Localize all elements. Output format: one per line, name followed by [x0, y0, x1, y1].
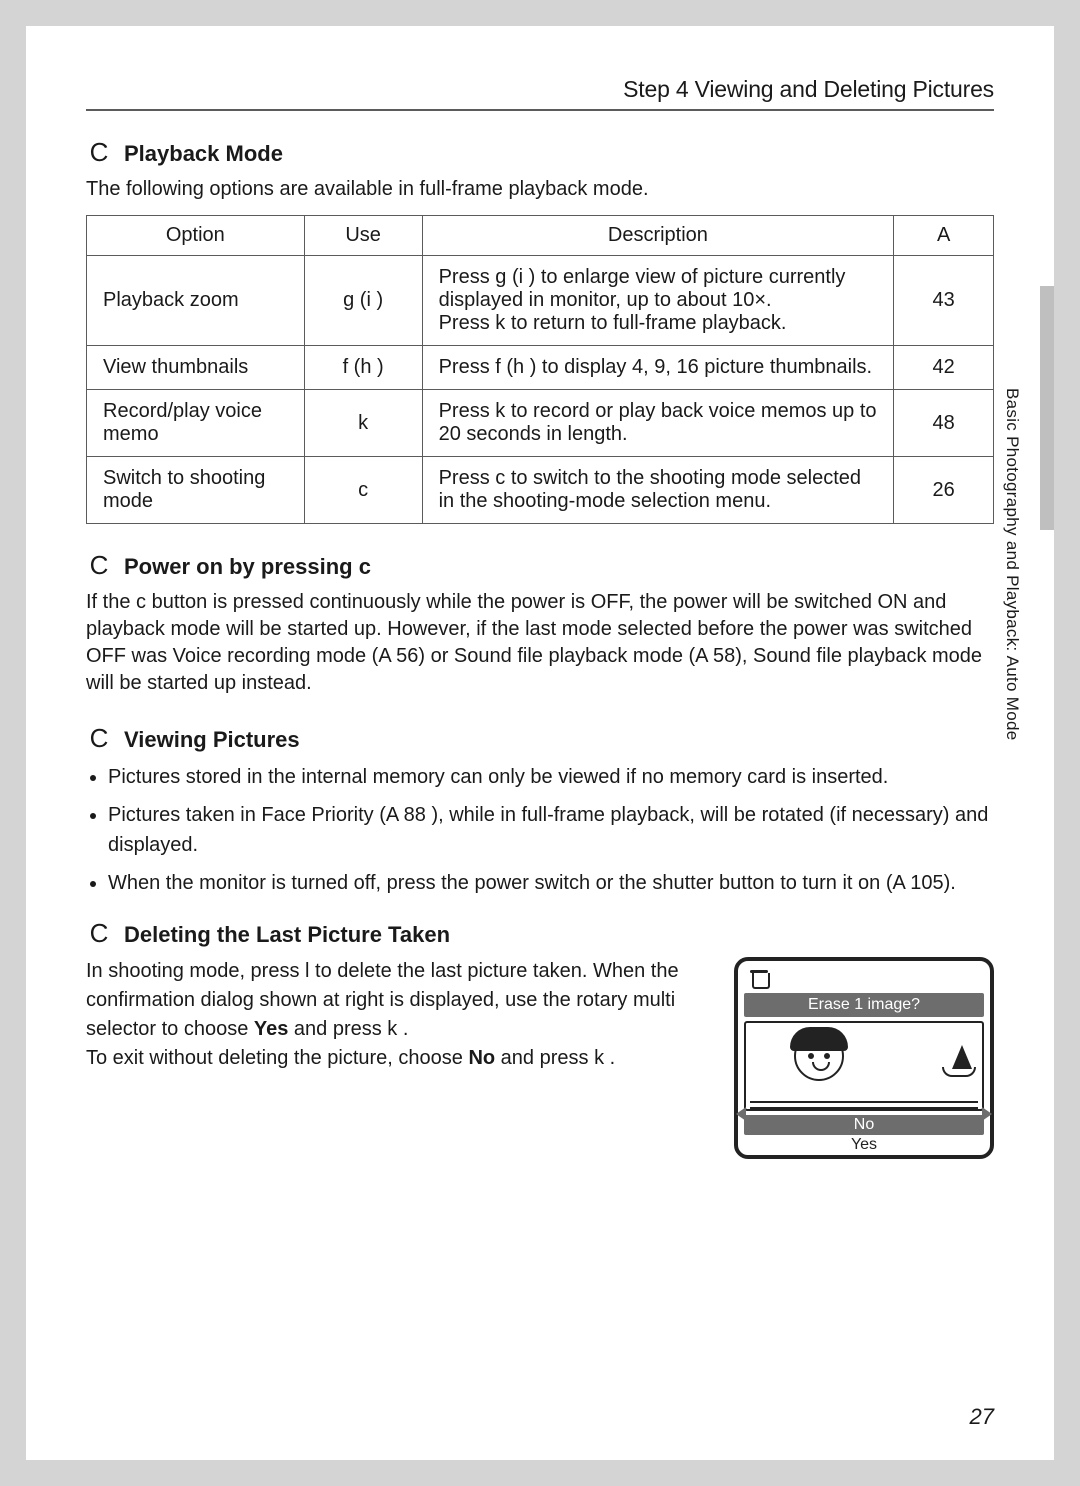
section-delete-last-heading: C Deleting the Last Picture Taken — [86, 918, 994, 949]
note-icon: C — [86, 550, 112, 581]
manual-page: Step 4 Viewing and Deleting Pictures C P… — [26, 26, 1054, 1460]
section-playback-mode-heading: C Playback Mode — [86, 137, 994, 168]
text: To exit without deleting the picture, ch… — [86, 1047, 468, 1069]
selector-right-icon — [982, 1107, 992, 1121]
delete-last-content: In shooting mode, press l to delete the … — [86, 957, 994, 1159]
delete-last-text: In shooting mode, press l to delete the … — [86, 957, 710, 1073]
section-body: If the c button is pressed continuously … — [86, 589, 994, 697]
playback-options-table: Option Use Description A Playback zoom g… — [86, 215, 994, 524]
cell-desc: Press c to switch to the shooting mode s… — [422, 457, 894, 524]
cell-use: f (h ) — [304, 346, 422, 390]
text-bold-yes: Yes — [254, 1018, 288, 1040]
cell-page: 48 — [894, 390, 994, 457]
cell-desc: Press k to record or play back voice mem… — [422, 390, 894, 457]
th-desc: Description — [422, 216, 894, 256]
section-title: Power on by pressing c — [124, 554, 371, 580]
list-item: Pictures stored in the internal memory c… — [108, 762, 994, 792]
list-item: When the monitor is turned off, press th… — [108, 868, 994, 898]
table-row: View thumbnails f (h ) Press f (h ) to d… — [87, 346, 994, 390]
page-header: Step 4 Viewing and Deleting Pictures — [86, 46, 994, 111]
table-header-row: Option Use Description A — [87, 216, 994, 256]
th-page: A — [894, 216, 994, 256]
cell-desc: Press g (i ) to enlarge view of picture … — [422, 256, 894, 346]
cell-option: View thumbnails — [87, 346, 305, 390]
cell-option: Record/play voice memo — [87, 390, 305, 457]
cell-desc: Press f (h ) to display 4, 9, 16 picture… — [422, 346, 894, 390]
page-number: 27 — [970, 1404, 994, 1430]
viewing-pictures-list: Pictures stored in the internal memory c… — [86, 762, 994, 898]
section-thumb-tab — [1040, 286, 1054, 530]
note-icon: C — [86, 137, 112, 168]
cell-use: c — [304, 457, 422, 524]
cell-use: k — [304, 390, 422, 457]
section-viewing-pictures-heading: C Viewing Pictures — [86, 723, 994, 754]
erase-dialog-title: Erase 1 image? — [744, 993, 984, 1017]
cell-option: Switch to shooting mode — [87, 457, 305, 524]
cell-page: 26 — [894, 457, 994, 524]
chapter-side-label: Basic Photography and Playback: Auto Mod… — [1002, 388, 1022, 741]
cell-option: Playback zoom — [87, 256, 305, 346]
note-icon: C — [86, 723, 112, 754]
note-icon: C — [86, 918, 112, 949]
section-title: Deleting the Last Picture Taken — [124, 922, 450, 948]
erase-dialog-figure: Erase 1 image? No Yes — [734, 957, 994, 1159]
table-row: Switch to shooting mode c Press c to swi… — [87, 457, 994, 524]
table-row: Record/play voice memo k Press k to reco… — [87, 390, 994, 457]
cell-use: g (i ) — [304, 256, 422, 346]
section-title: Viewing Pictures — [124, 727, 300, 753]
table-row: Playback zoom g (i ) Press g (i ) to enl… — [87, 256, 994, 346]
th-use: Use — [304, 216, 422, 256]
selector-left-icon — [736, 1107, 746, 1121]
section-power-on-heading: C Power on by pressing c — [86, 550, 994, 581]
trash-icon — [750, 967, 768, 989]
cell-page: 43 — [894, 256, 994, 346]
erase-dialog-thumbnail — [744, 1021, 984, 1111]
section-intro: The following options are available in f… — [86, 176, 994, 203]
erase-dialog: Erase 1 image? No Yes — [734, 957, 994, 1159]
th-option: Option — [87, 216, 305, 256]
text-bold-no: No — [468, 1047, 495, 1069]
erase-dialog-option-yes: Yes — [744, 1135, 984, 1155]
cell-page: 42 — [894, 346, 994, 390]
list-item: Pictures taken in Face Priority (A 88 ),… — [108, 800, 994, 860]
erase-dialog-option-no: No — [744, 1115, 984, 1135]
text: and press k . — [495, 1047, 615, 1069]
section-title: Playback Mode — [124, 141, 283, 167]
text: and press k . — [288, 1018, 408, 1040]
